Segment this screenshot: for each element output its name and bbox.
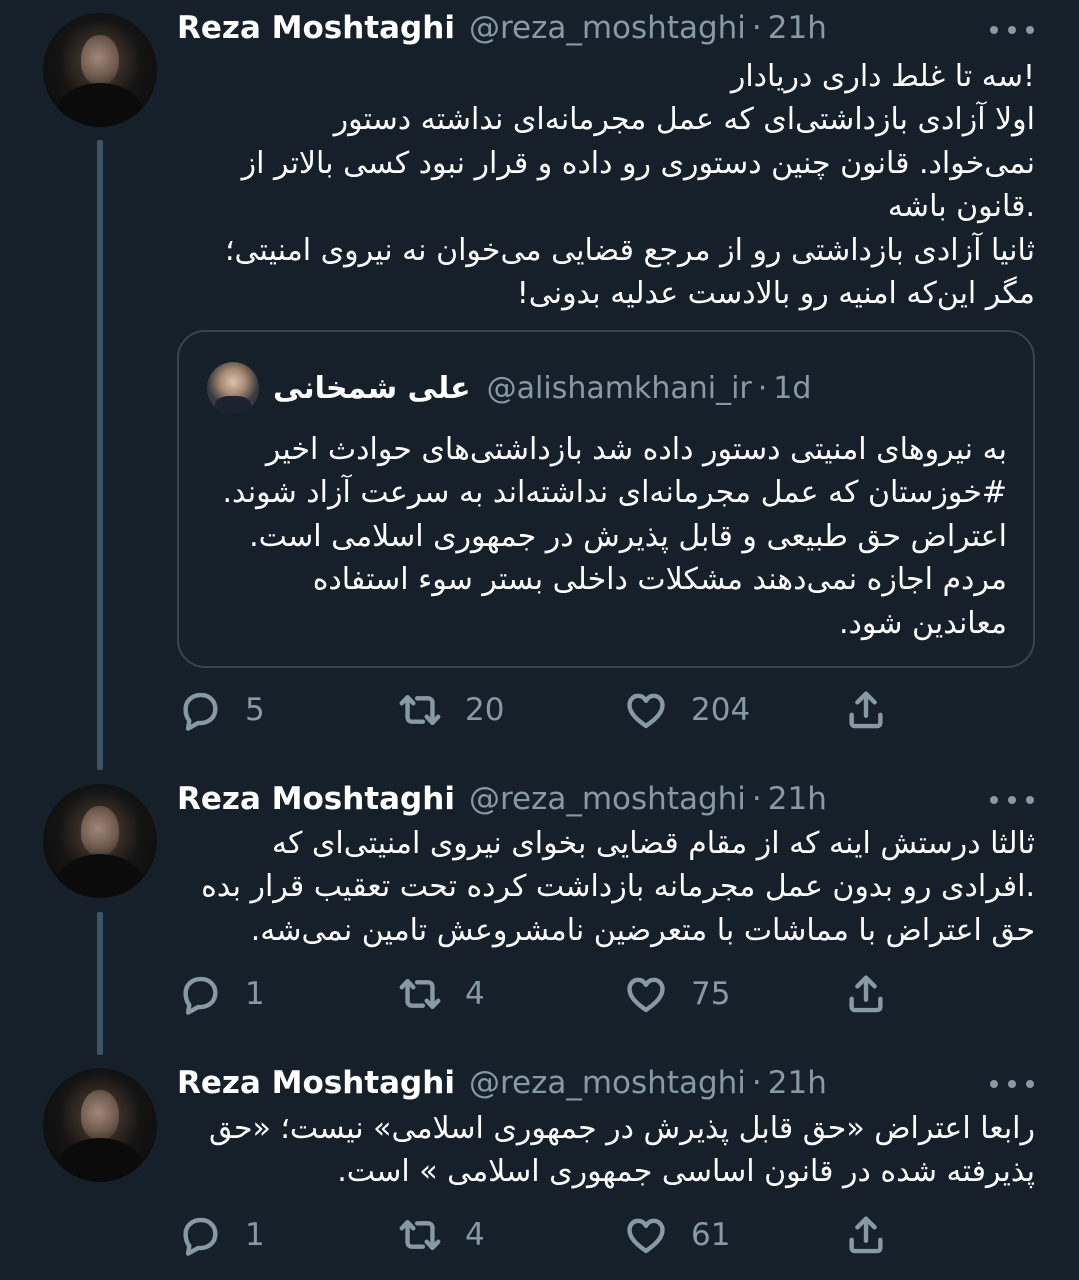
tweet-header: Reza Moshtaghi @reza_moshtaghi · 21h	[177, 1063, 827, 1103]
tweet-text-line: حق اعتراض با مماشات با متعرضین نامشروعش …	[250, 912, 1035, 948]
retweet-count: 4	[465, 976, 485, 1012]
like-button[interactable]: 204	[623, 686, 750, 734]
tweet-text-line: رابعا اعتراض «حق قابل پذیرش در جمهوری اس…	[208, 1111, 1035, 1146]
like-count: 75	[691, 976, 731, 1012]
timestamp[interactable]: 21h	[768, 10, 827, 46]
thread-line	[97, 140, 103, 770]
reply-button[interactable]: 5	[177, 686, 265, 734]
share-icon	[849, 691, 883, 729]
tweet-text-line: مگر این‌که امنیه رو بالادست عدلیه بدونی!	[516, 276, 1035, 312]
more-icon[interactable]	[990, 790, 1034, 810]
share-icon	[849, 1216, 883, 1254]
tweet-text-line: پذیرفته شده در قانون اساسی جمهوری اسلامی…	[337, 1154, 1035, 1190]
retweet-count: 20	[465, 692, 505, 728]
separator: ·	[751, 1065, 762, 1101]
like-count: 204	[691, 692, 751, 728]
tweet-text-line: اولا آزادی بازداشتی‌ای که عمل مجرمانه‌ای…	[333, 102, 1035, 138]
timestamp[interactable]: 21h	[768, 781, 827, 817]
quoted-text-line: معاندین شود.	[838, 605, 1007, 641]
quoted-text-line: اعتراض حق طبیعی و قابل پذیرش در جمهوری ا…	[249, 518, 1007, 554]
share-icon	[849, 975, 883, 1013]
reply-icon	[183, 1217, 218, 1256]
tweet-text-line: نمی‌خواد. قانون چنین دستوری رو داده و قر…	[241, 145, 1035, 181]
tweet-actions: 5 20 204	[177, 686, 1035, 734]
reply-count: 1	[245, 1217, 265, 1253]
separator: ·	[751, 10, 762, 46]
retweet-icon	[399, 1219, 441, 1251]
like-count: 61	[691, 1217, 731, 1253]
tweet-text: !سه تا غلط داری دریادار اولا آزادی بازدا…	[177, 55, 1035, 315]
quoted-tweet[interactable]: علی شمخانی @alishamkhani_ir · 1d به نیرو…	[177, 330, 1035, 668]
tweet-header: Reza Moshtaghi @reza_moshtaghi · 21h	[177, 8, 827, 48]
tweet-text-line: ثالثا درستش اینه که از مقام قضایی بخوای …	[272, 826, 1035, 861]
quoted-author-handle: @alishamkhani_ir	[486, 370, 752, 406]
retweet-count: 4	[465, 1217, 485, 1253]
more-icon[interactable]	[990, 1074, 1034, 1094]
tweet-text-line: ثانیا آزادی بازداشتی رو از مرجع قضایی می…	[225, 232, 1035, 268]
avatar[interactable]	[43, 784, 157, 898]
quoted-tweet-text: به نیروهای امنیتی دستور داده شد بازداشتی…	[207, 428, 1008, 645]
reply-button[interactable]: 1	[177, 1211, 265, 1259]
tweet-text-line: !سه تا غلط داری دریادار	[730, 59, 1035, 94]
retweet-icon	[399, 694, 441, 726]
timestamp[interactable]: 21h	[768, 1065, 827, 1101]
tweet-header: Reza Moshtaghi @reza_moshtaghi · 21h	[177, 779, 827, 819]
author-name[interactable]: Reza Moshtaghi	[177, 10, 455, 46]
quoted-text-line: به نیروهای امنیتی دستور داده شد بازداشتی…	[265, 432, 1007, 467]
tweet-actions: 1 4 61	[177, 1211, 1035, 1259]
tweet-text: رابعا اعتراض «حق قابل پذیرش در جمهوری اس…	[177, 1107, 1035, 1194]
retweet-button[interactable]: 4	[397, 970, 485, 1018]
tweet-3[interactable]: Reza Moshtaghi @reza_moshtaghi · 21h راب…	[0, 1055, 1079, 1280]
heart-icon	[627, 693, 665, 729]
reply-button[interactable]: 1	[177, 970, 265, 1018]
quoted-text-line: مردم اجازه نمی‌دهند مشکلات داخلی بستر سو…	[312, 562, 1007, 598]
tweet-2[interactable]: Reza Moshtaghi @reza_moshtaghi · 21h ثال…	[0, 770, 1079, 1055]
share-button[interactable]	[843, 686, 889, 734]
author-handle[interactable]: @reza_moshtaghi	[469, 781, 746, 817]
reply-icon	[183, 976, 218, 1015]
reply-icon	[183, 692, 218, 731]
tweet-actions: 1 4 75	[177, 970, 1035, 1018]
author-handle[interactable]: @reza_moshtaghi	[469, 10, 746, 46]
share-button[interactable]	[843, 1211, 889, 1259]
more-icon[interactable]	[990, 20, 1034, 40]
quoted-timestamp: 1d	[773, 370, 812, 406]
author-name[interactable]: Reza Moshtaghi	[177, 781, 455, 817]
quoted-author-name: علی شمخانی	[273, 370, 471, 406]
separator: ·	[757, 370, 768, 406]
thread-line	[97, 912, 103, 1055]
retweet-button[interactable]: 20	[397, 686, 504, 734]
reply-count: 5	[245, 692, 265, 728]
like-button[interactable]: 61	[623, 1211, 730, 1259]
separator: ·	[751, 781, 762, 817]
heart-icon	[627, 1218, 665, 1254]
tweet-1[interactable]: Reza Moshtaghi @reza_moshtaghi · 21h !سه…	[0, 0, 1079, 770]
retweet-button[interactable]: 4	[397, 1211, 485, 1259]
quoted-avatar	[207, 362, 259, 414]
tweet-text-line: .افرادی رو بدون عمل مجرمانه بازداشت کرده…	[201, 869, 1035, 905]
like-button[interactable]: 75	[623, 970, 730, 1018]
tweet-text: ثالثا درستش اینه که از مقام قضایی بخوای …	[177, 822, 1035, 952]
tweet-text-line: .قانون باشه	[887, 189, 1035, 225]
author-handle[interactable]: @reza_moshtaghi	[469, 1065, 746, 1101]
share-button[interactable]	[843, 970, 889, 1018]
author-name[interactable]: Reza Moshtaghi	[177, 1065, 455, 1101]
avatar[interactable]	[43, 13, 157, 127]
avatar[interactable]	[43, 1068, 157, 1182]
reply-count: 1	[245, 976, 265, 1012]
quoted-tweet-header: علی شمخانی @alishamkhani_ir · 1d	[207, 362, 811, 414]
retweet-icon	[399, 978, 441, 1010]
quoted-text-line: #خوزستان که عمل مجرمانه‌ای نداشته‌اند به…	[222, 475, 1008, 511]
heart-icon	[627, 977, 665, 1013]
